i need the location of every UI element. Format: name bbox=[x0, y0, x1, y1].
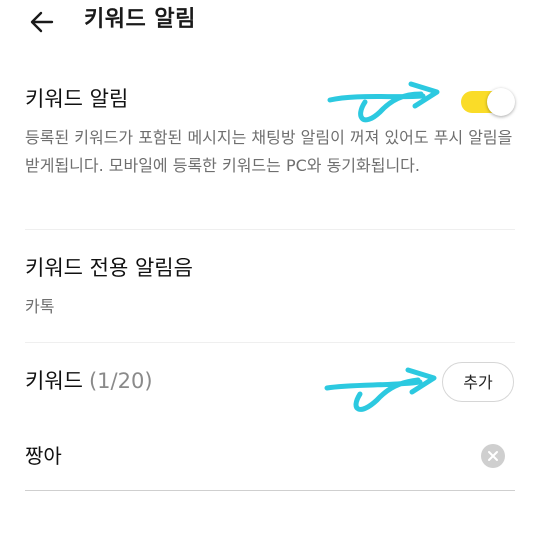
section-divider bbox=[25, 342, 515, 343]
keywords-label: 키워드 bbox=[25, 369, 83, 393]
remove-keyword-button[interactable] bbox=[481, 444, 505, 468]
toggle-knob bbox=[487, 88, 515, 116]
annotation-arrow-icon bbox=[324, 367, 437, 412]
keywords-count: (1/20) bbox=[88, 369, 153, 393]
keyword-alert-label: 키워드 알림 bbox=[25, 87, 129, 111]
back-button[interactable] bbox=[26, 6, 58, 38]
section-divider bbox=[25, 229, 515, 230]
page-title: 키워드 알림 bbox=[84, 7, 196, 32]
keywords-header: 키워드 (1/20) bbox=[25, 366, 153, 396]
app-header: 키워드 알림 bbox=[0, 0, 540, 44]
keyword-list-item: 짱아 bbox=[25, 436, 515, 491]
keyword-text: 짱아 bbox=[25, 444, 62, 468]
add-keyword-button[interactable]: 추가 bbox=[442, 362, 514, 402]
back-arrow-icon bbox=[30, 11, 54, 33]
close-icon bbox=[488, 451, 498, 461]
alert-sound-label[interactable]: 키워드 전용 알림음 bbox=[25, 253, 193, 283]
keyword-alert-toggle[interactable] bbox=[459, 88, 515, 116]
alert-sound-value: 카톡 bbox=[25, 297, 55, 316]
keyword-alert-description: 등록된 키워드가 포함된 메시지는 채팅방 알림이 꺼져 있어도 푸시 알림을 … bbox=[25, 128, 513, 175]
annotation-arrow-icon bbox=[327, 81, 440, 123]
